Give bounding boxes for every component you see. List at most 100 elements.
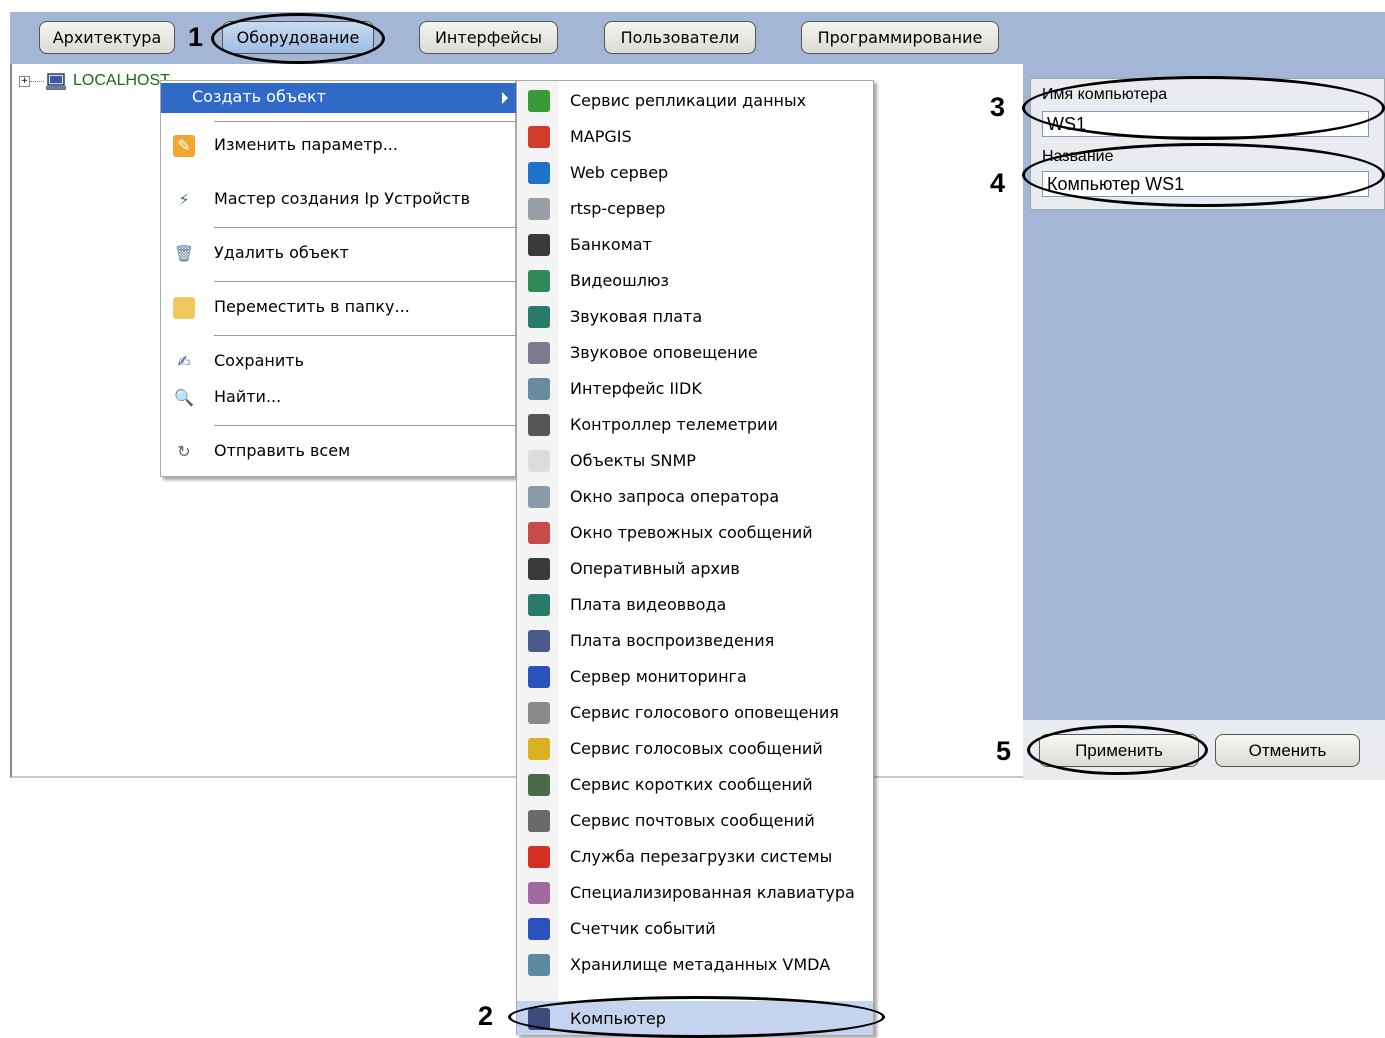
menu-item-label: Удалить объект xyxy=(214,243,349,262)
tree-root-label[interactable]: LOCALHOST xyxy=(73,72,170,90)
trash-icon: 🗑 xyxy=(173,244,195,263)
submenu-item[interactable]: Сервис голосового оповещения xyxy=(517,695,873,729)
menu-item-send-to-all[interactable]: ↻ Отправить всем xyxy=(161,437,516,467)
menu-separator xyxy=(214,227,516,228)
submenu-item[interactable]: Объекты SNMP xyxy=(517,443,873,477)
submenu-item[interactable]: Банкомат xyxy=(517,227,873,261)
menu-item-label: Изменить параметр... xyxy=(214,135,398,154)
tab-architecture[interactable]: Архитектура xyxy=(39,21,175,54)
submenu-item-label: Сервер мониторинга xyxy=(570,667,747,686)
submenu-item[interactable]: MAPGIS xyxy=(517,119,873,153)
mail-icon xyxy=(528,810,550,832)
menu-item-label: Создать объект xyxy=(192,87,326,106)
folder-icon xyxy=(173,297,195,319)
menu-item-label: Переместить в папку... xyxy=(214,297,410,316)
submenu-item-label: rtsp-сервер xyxy=(570,199,666,218)
submenu-item[interactable]: Окно запроса оператора xyxy=(517,479,873,513)
gateway-icon xyxy=(528,270,550,292)
tree-connector xyxy=(30,81,44,82)
monitor-icon xyxy=(528,666,550,688)
submenu-item-label: Сервис коротких сообщений xyxy=(570,775,813,794)
submenu-item[interactable]: Сервис голосовых сообщений xyxy=(517,731,873,765)
submenu-item[interactable]: Звуковая плата xyxy=(517,299,873,333)
callout-4: 4 xyxy=(990,168,1006,198)
submenu-item-label: Видеошлюз xyxy=(570,271,669,290)
save-icon: ✍ xyxy=(177,352,191,371)
menu-item-delete-object[interactable]: 🗑 Удалить объект xyxy=(161,239,516,269)
operator-window-icon xyxy=(528,486,550,508)
highlight-oval-apply xyxy=(1027,725,1208,775)
submenu-item[interactable]: Интерфейс IIDK xyxy=(517,371,873,405)
submenu-item[interactable]: Звуковое оповещение xyxy=(517,335,873,369)
menu-separator xyxy=(214,425,516,426)
highlight-oval-title xyxy=(1022,143,1385,207)
server-icon xyxy=(528,198,550,220)
replication-icon xyxy=(528,90,550,112)
menu-item-move-to-folder[interactable]: Переместить в папку... xyxy=(161,293,516,323)
cancel-button[interactable]: Отменить xyxy=(1215,734,1360,767)
submenu-item-label: Сервис репликации данных xyxy=(570,91,807,110)
submenu-item[interactable]: Сервис коротких сообщений xyxy=(517,767,873,801)
tab-users[interactable]: Пользователи xyxy=(604,21,756,54)
submenu-item[interactable]: Сервис почтовых сообщений xyxy=(517,803,873,837)
computer-icon xyxy=(46,73,66,90)
submenu-item-label: MAPGIS xyxy=(570,127,632,146)
submenu-item-label: Контроллер телеметрии xyxy=(570,415,778,434)
submenu-item-label: Сервис голосового оповещения xyxy=(570,703,839,722)
submenu-item[interactable]: Служба перезагрузки системы xyxy=(517,839,873,873)
soundcard-icon xyxy=(528,306,550,328)
map-icon xyxy=(528,126,550,148)
phone-icon xyxy=(528,774,550,796)
reboot-icon xyxy=(528,846,550,868)
menu-item-edit-parameter[interactable]: ✎ Изменить параметр... xyxy=(161,131,516,161)
menu-item-label: Отправить всем xyxy=(214,441,351,460)
submenu-item[interactable]: Сервер мониторинга xyxy=(517,659,873,693)
menu-item-find[interactable]: 🔍 Найти... xyxy=(161,383,516,413)
submenu-item[interactable]: Контроллер телеметрии xyxy=(517,407,873,441)
expand-plus-icon[interactable]: + xyxy=(19,76,30,87)
menu-separator xyxy=(214,121,516,122)
submenu-item[interactable]: Счетчик событий xyxy=(517,911,873,945)
menu-item-create-object[interactable]: Создать объект xyxy=(161,83,516,113)
counter-icon xyxy=(528,918,550,940)
callout-1: 1 xyxy=(188,22,204,52)
telemetry-icon xyxy=(528,414,550,436)
submenu-item-label: Счетчик событий xyxy=(570,919,716,938)
submenu-item[interactable]: Сервис репликации данных xyxy=(517,83,873,117)
submenu-item[interactable]: Оперативный архив xyxy=(517,551,873,585)
callout-5: 5 xyxy=(996,736,1012,766)
tab-interfaces[interactable]: Интерфейсы xyxy=(419,21,558,54)
submenu-item[interactable]: Хранилище метаданных VMDA xyxy=(517,947,873,981)
submenu-item-label: Сервис голосовых сообщений xyxy=(570,739,823,758)
submenu-item-label: Звуковая плата xyxy=(570,307,703,326)
submenu-item-label: Объекты SNMP xyxy=(570,451,696,470)
menu-separator xyxy=(214,281,516,282)
submenu-item[interactable]: Специализированная клавиатура xyxy=(517,875,873,909)
archive-icon xyxy=(528,558,550,580)
submenu-item[interactable]: Видеошлюз xyxy=(517,263,873,297)
submenu-item[interactable]: Web сервер xyxy=(517,155,873,189)
highlight-oval-computer-name xyxy=(1022,76,1385,140)
globe-icon xyxy=(528,162,550,184)
magnifier-icon: 🔍 xyxy=(174,388,194,407)
atm-icon xyxy=(528,234,550,256)
highlight-oval-equipment xyxy=(211,13,385,64)
submenu-item[interactable]: rtsp-сервер xyxy=(517,191,873,225)
submenu-item[interactable]: Плата воспроизведения xyxy=(517,623,873,657)
submenu-item[interactable]: Плата видеоввода xyxy=(517,587,873,621)
menu-separator xyxy=(214,335,516,336)
callout-2: 2 xyxy=(478,1001,494,1031)
submenu-item-label: Интерфейс IIDK xyxy=(570,379,702,398)
playback-card-icon xyxy=(528,630,550,652)
menu-item-ip-wizard[interactable]: ⚡ Мастер создания Ip Устройств xyxy=(161,185,516,215)
voice-icon xyxy=(528,702,550,724)
tab-programming[interactable]: Программирование xyxy=(801,21,999,54)
refresh-icon: ↻ xyxy=(177,442,191,461)
menu-item-save[interactable]: ✍ Сохранить xyxy=(161,347,516,377)
wand-icon: ⚡ xyxy=(178,190,190,209)
submenu-item[interactable]: Окно тревожных сообщений xyxy=(517,515,873,549)
submenu-item-label: Банкомат xyxy=(570,235,652,254)
submenu-item-label: Служба перезагрузки системы xyxy=(570,847,833,866)
alarm-window-icon xyxy=(528,522,550,544)
interface-icon xyxy=(528,378,550,400)
